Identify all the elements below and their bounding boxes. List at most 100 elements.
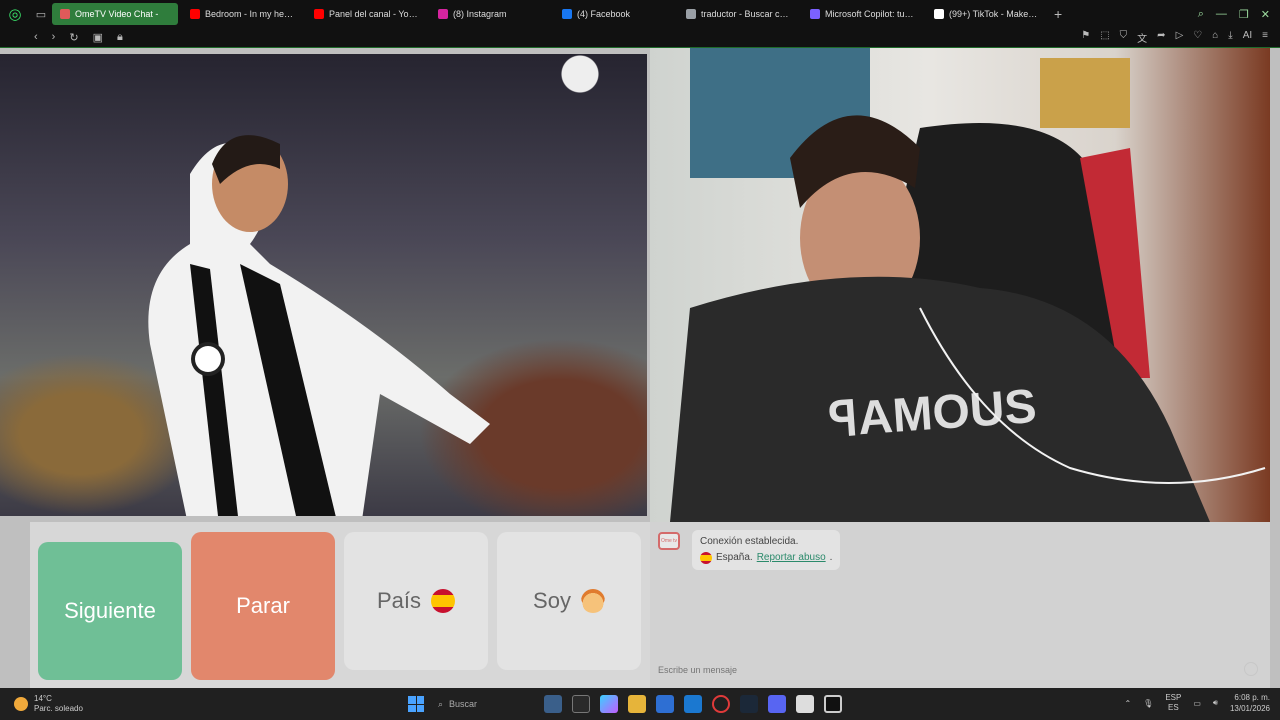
next-button-label: Siguiente (64, 598, 156, 623)
search-placeholder: Buscar (449, 699, 478, 709)
clock-time: 6:08 p. m. (1234, 693, 1270, 702)
microphone-icon[interactable]: 🎙︎ (1143, 699, 1153, 708)
lock-icon[interactable]: 🔒︎ (117, 31, 123, 44)
play-icon[interactable]: ▷ (1176, 30, 1184, 45)
stranger-video (0, 54, 647, 516)
own-camera-video: ꟼAMOUS (650, 48, 1270, 522)
browser-tab[interactable]: (4) Facebook (554, 3, 674, 25)
reload-icon[interactable]: ↻ (69, 31, 78, 44)
tab-favicon-icon (60, 9, 70, 19)
outlook-app-icon[interactable] (684, 695, 702, 713)
tab-label: Panel del canal - YouTube (329, 9, 418, 19)
tab-favicon-icon (438, 9, 448, 19)
search-icon: ⌕ (438, 698, 444, 709)
video-frame-left (148, 135, 490, 516)
country-filter-button[interactable]: País (344, 532, 488, 670)
volume-icon[interactable]: 🔊︎ (1213, 698, 1218, 708)
partner-country: España. (716, 552, 753, 563)
spain-flag-icon (700, 552, 712, 564)
chat-controls-panel: Siguiente Parar País Soy (30, 522, 650, 688)
opera-gx-logo-icon[interactable]: ◎ (0, 0, 30, 28)
taskbar-search[interactable]: ⌕ Buscar (434, 693, 534, 715)
stop-button[interactable]: Parar (191, 532, 335, 680)
obs-app-icon[interactable] (824, 695, 842, 713)
file-explorer-icon[interactable] (628, 695, 646, 713)
network-icon[interactable]: ▭ (1193, 699, 1201, 708)
paint-app-icon[interactable] (796, 695, 814, 713)
tab-label: Bedroom - In my head (Su (205, 9, 294, 19)
opera-app-icon[interactable] (712, 695, 730, 713)
browser-tab[interactable]: (8) Instagram (430, 3, 550, 25)
steam-app-icon[interactable] (740, 695, 758, 713)
tab-favicon-icon (190, 9, 200, 19)
bookmark-icon[interactable]: ⚑ (1081, 30, 1090, 45)
browser-tab[interactable]: (99+) TikTok - Make Your D (926, 3, 1046, 25)
navigation-bar: ‹ › ↻ ▣ 🔒︎ ⚑ ⬚ ⛉ 文 ➦ ▷ ♡ ⌂ ⤓ AI ≡ (0, 28, 1280, 48)
shield-icon[interactable]: ⛉ (1120, 30, 1128, 45)
tab-menu-icon[interactable]: ▭ (30, 0, 52, 28)
tab-favicon-icon (810, 9, 820, 19)
camera-icon[interactable]: ▣ (93, 31, 103, 44)
new-tab-button[interactable]: + (1046, 6, 1070, 22)
search-icon[interactable]: ⌕ (1198, 8, 1204, 21)
heart-icon[interactable]: ♡ (1193, 30, 1202, 45)
browser-tab[interactable]: traductor - Buscar con Go (678, 3, 798, 25)
clock-date: 13/01/2026 (1229, 704, 1270, 713)
tab-label: (8) Instagram (453, 9, 507, 19)
stop-button-label: Parar (236, 593, 290, 618)
browser-tab-bar: ◎ ▭ OmeTV Video Chat - Bedroom - In my he… (0, 0, 1280, 28)
tab-label: (99+) TikTok - Make Your D (949, 9, 1038, 19)
connection-status: Conexión establecida. (700, 536, 799, 547)
country-button-label: País (376, 588, 422, 613)
gender-filter-button[interactable]: Soy (497, 532, 641, 670)
store-app-icon[interactable] (656, 695, 674, 713)
browser-tab[interactable]: Panel del canal - YouTube (306, 3, 426, 25)
share-icon[interactable]: ➦ (1157, 30, 1165, 45)
sun-icon (14, 697, 28, 711)
browser-tab[interactable]: Bedroom - In my head (Su (182, 3, 302, 25)
weather-widget[interactable]: 14°C Parc. soleado (0, 694, 83, 714)
restore-icon[interactable]: ❐ (1239, 8, 1249, 21)
chat-message-input[interactable] (658, 662, 1238, 678)
browser-tab[interactable]: Microsoft Copilot: tu comp (802, 3, 922, 25)
emoji-icon[interactable] (1244, 662, 1258, 676)
tab-label: traductor - Buscar con Go (701, 9, 790, 19)
system-message: Conexión establecida. España. Reportar a… (692, 530, 841, 570)
forward-icon[interactable]: › (52, 31, 56, 44)
language-code: ESP (1165, 693, 1182, 702)
back-icon[interactable]: ‹ (34, 31, 38, 44)
discord-app-icon[interactable] (768, 695, 786, 713)
tab-favicon-icon (562, 9, 572, 19)
minimize-icon[interactable]: — (1216, 8, 1227, 20)
gender-button-label: Soy (533, 588, 571, 613)
system-tray: ⌃ 🎙︎ ESP ES ▭ 🔊︎ 6:08 p. m. 13/01/2026 (1124, 692, 1270, 714)
weather-condition: Parc. soleado (34, 704, 83, 713)
tab-label: (4) Facebook (577, 9, 631, 19)
menu-icon[interactable]: ≡ (1262, 30, 1268, 45)
ai-button[interactable]: AI (1243, 30, 1252, 45)
start-menu-icon[interactable] (408, 696, 424, 712)
close-icon[interactable]: ✕ (1261, 8, 1270, 21)
windows-taskbar: 14°C Parc. soleado ⌕ Buscar ⌃ 🎙︎ ESP ES … (0, 688, 1280, 720)
ometv-logo-icon: Ome tv (658, 532, 680, 550)
report-abuse-link[interactable]: Reportar abuso (757, 550, 826, 566)
chevron-up-icon[interactable]: ⌃ (1124, 699, 1131, 708)
clock[interactable]: 6:08 p. m. 13/01/2026 (1230, 692, 1270, 714)
copilot-app-icon[interactable] (600, 695, 618, 713)
language-indicator[interactable]: ESP ES (1165, 693, 1181, 713)
next-button[interactable]: Siguiente (38, 542, 182, 680)
tab-label: Microsoft Copilot: tu comp (825, 9, 914, 19)
spain-flag-icon (431, 589, 456, 613)
wallet-icon[interactable]: ⌂ (1212, 30, 1218, 45)
tab-label: OmeTV Video Chat - (75, 9, 159, 19)
translate-icon[interactable]: 文 (1137, 30, 1147, 45)
ometv-page: ꟼAMOUS Siguiente Parar País Soy Ome tv C… (0, 48, 1280, 688)
browser-tab[interactable]: OmeTV Video Chat - (52, 3, 178, 25)
report-suffix: . (829, 552, 833, 563)
snapshot-icon[interactable]: ⬚ (1100, 30, 1109, 45)
chat-panel: Ome tv Conexión establecida. España. Rep… (650, 522, 1270, 688)
task-view-icon[interactable] (572, 695, 590, 713)
widgets-app-icon[interactable] (544, 695, 562, 713)
download-icon[interactable]: ⤓ (1228, 30, 1232, 45)
keyboard-code: ES (1168, 703, 1179, 712)
